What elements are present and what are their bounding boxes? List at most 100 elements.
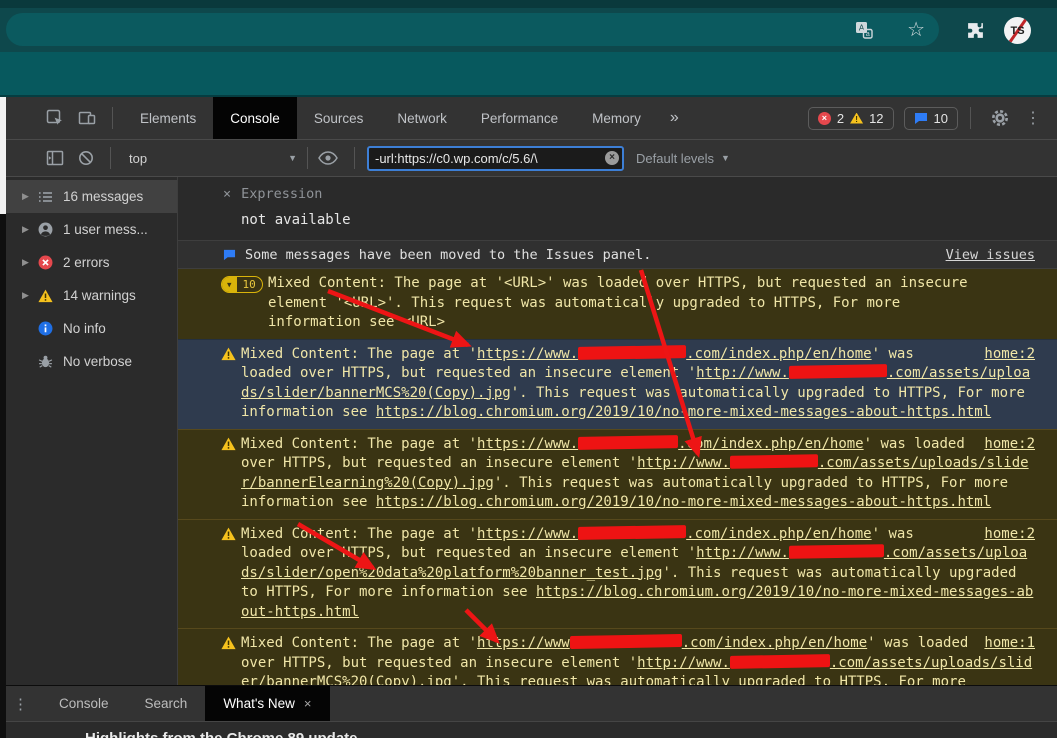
redaction-box bbox=[570, 634, 682, 649]
inspect-element-icon[interactable] bbox=[46, 109, 64, 127]
javascript-context-dropdown[interactable]: top ▼ bbox=[121, 148, 305, 169]
sidebar-item-info[interactable]: ▶No info bbox=[6, 312, 177, 345]
verbose-icon bbox=[38, 354, 54, 369]
address-bar[interactable]: Aa ☆ bbox=[6, 13, 939, 46]
message-text: Mixed Content: The page at 'https://www.… bbox=[241, 436, 1029, 511]
profile-avatar[interactable]: TS bbox=[1004, 17, 1031, 44]
sidebar-item-label: 16 messages bbox=[63, 189, 143, 204]
live-expression-widget[interactable]: × Expression not available bbox=[178, 177, 1057, 241]
translate-icon[interactable]: Aa bbox=[855, 21, 873, 39]
console-group-warning[interactable]: ▼10Mixed Content: The page at '<URL>' wa… bbox=[178, 269, 1057, 339]
svg-text:a: a bbox=[866, 31, 870, 38]
divider bbox=[970, 107, 971, 129]
extensions-puzzle-icon[interactable] bbox=[966, 21, 985, 40]
console-url-link[interactable]: .com/index.php/en/home bbox=[678, 436, 863, 452]
device-toolbar-icon[interactable] bbox=[78, 109, 96, 127]
disclosure-triangle-icon[interactable]: ▶ bbox=[22, 191, 38, 202]
warning-icon bbox=[221, 347, 236, 368]
log-levels-dropdown[interactable]: Default levels ▼ bbox=[636, 151, 730, 166]
sidebar-item-warnings[interactable]: ▶14 warnings bbox=[6, 279, 177, 312]
devtools-panel: ElementsConsoleSourcesNetworkPerformance… bbox=[0, 97, 1057, 738]
sidebar-item-errors[interactable]: ▶2 errors bbox=[6, 246, 177, 279]
source-location-link[interactable]: home:2 bbox=[984, 435, 1035, 455]
tab-sources[interactable]: Sources bbox=[297, 97, 381, 139]
tab-network[interactable]: Network bbox=[380, 97, 464, 139]
console-url-link[interactable]: .com/assets/uploads/slider/open%20data%2… bbox=[241, 545, 1027, 581]
sidebar-item-user-messages[interactable]: ▶1 user mess... bbox=[6, 213, 177, 246]
console-url-link[interactable]: .com/index.php/en/home bbox=[682, 635, 867, 651]
error-badge-icon: × bbox=[818, 112, 831, 125]
settings-gear-icon[interactable] bbox=[991, 109, 1009, 127]
drawer-tab-search[interactable]: Search bbox=[127, 686, 206, 721]
console-url-link[interactable]: https://blog.chromium.org/2019/10/no-mor… bbox=[376, 494, 991, 510]
whats-new-heading: Highlights from the Chrome 89 update bbox=[85, 730, 1057, 738]
list-icon bbox=[38, 190, 54, 204]
disclosure-triangle-icon[interactable]: ▶ bbox=[22, 290, 38, 301]
issues-bubble-icon bbox=[914, 112, 928, 125]
bookmark-star-icon[interactable]: ☆ bbox=[907, 20, 925, 40]
drawer-tab-what-s-new[interactable]: What's New× bbox=[205, 686, 329, 721]
disclosure-triangle-icon[interactable]: ▶ bbox=[22, 257, 38, 268]
issues-bubble-icon bbox=[223, 249, 236, 261]
view-issues-link[interactable]: View issues bbox=[946, 247, 1035, 263]
close-whats-new-icon[interactable]: × bbox=[304, 696, 312, 711]
console-url-link[interactable]: https://blog.chromium.org/2019/10/no-mor… bbox=[241, 584, 1033, 620]
devtools-menu-icon[interactable]: ⋮ bbox=[1021, 108, 1045, 128]
issue-count: 10 bbox=[934, 111, 948, 126]
close-expression-icon[interactable]: × bbox=[223, 186, 231, 202]
console-url-link[interactable]: https://blog.chromium.org/2019/10/no-mor… bbox=[376, 404, 991, 420]
clear-console-icon[interactable] bbox=[78, 150, 94, 166]
error-count: 2 bbox=[837, 111, 844, 126]
avatar-initials: TS bbox=[1010, 25, 1024, 37]
disclosure-triangle-icon[interactable]: ▶ bbox=[22, 224, 38, 235]
webpage-header-band bbox=[0, 52, 1057, 97]
error-icon bbox=[38, 255, 54, 270]
console-warning-message[interactable]: home:2Mixed Content: The page at 'https:… bbox=[178, 339, 1057, 429]
drawer-content: Highlights from the Chrome 89 update bbox=[0, 721, 1057, 738]
live-expression-eye-icon[interactable] bbox=[318, 151, 338, 165]
source-location-link[interactable]: home:1 bbox=[984, 634, 1035, 654]
drawer-menu-icon[interactable]: ⋮ bbox=[0, 695, 41, 713]
console-url-link[interactable]: .com/index.php/en/home bbox=[686, 526, 871, 542]
console-url-link[interactable]: https://www. bbox=[477, 526, 578, 542]
group-toggle-badge[interactable]: ▼10 bbox=[221, 276, 263, 293]
console-url-link[interactable]: .com/assets/uploads/slider/bannerMCS%20(… bbox=[241, 365, 1030, 401]
sidebar-item-label: No info bbox=[63, 321, 106, 336]
console-status-badge[interactable]: × 2 ! 12 bbox=[808, 107, 894, 130]
tab-memory[interactable]: Memory bbox=[575, 97, 658, 139]
console-url-link[interactable]: http://www. bbox=[637, 655, 730, 671]
expression-value: not available bbox=[241, 212, 1045, 228]
console-warning-message[interactable]: home:1Mixed Content: The page at 'https:… bbox=[178, 628, 1057, 685]
sidebar-item-messages[interactable]: ▶ 16 messages bbox=[6, 180, 177, 213]
console-url-link[interactable]: .com/index.php/en/home bbox=[686, 346, 871, 362]
sidebar-toggle-icon[interactable] bbox=[46, 149, 64, 167]
issues-badge[interactable]: 10 bbox=[904, 107, 958, 130]
source-location-link[interactable]: home:2 bbox=[984, 345, 1035, 365]
more-tabs-icon[interactable]: » bbox=[670, 109, 679, 127]
warning-icon bbox=[221, 437, 236, 458]
tab-performance[interactable]: Performance bbox=[464, 97, 575, 139]
tab-console[interactable]: Console bbox=[213, 97, 297, 139]
console-url-link[interactable]: http://www. bbox=[637, 455, 730, 471]
console-sidebar: ▶ 16 messages ▶1 user mess...▶2 errors▶14 … bbox=[6, 177, 178, 685]
message-text: Mixed Content: The page at 'https://www.… bbox=[241, 526, 1033, 620]
clear-filter-icon[interactable]: × bbox=[605, 151, 619, 165]
console-url-link[interactable]: https://www. bbox=[477, 436, 578, 452]
sidebar-item-verbose[interactable]: ▶No verbose bbox=[6, 345, 177, 378]
expression-label: Expression bbox=[241, 186, 322, 202]
console-warning-message[interactable]: home:2Mixed Content: The page at 'https:… bbox=[178, 519, 1057, 629]
tab-elements[interactable]: Elements bbox=[123, 97, 213, 139]
drawer-tab-console[interactable]: Console bbox=[41, 686, 127, 721]
console-url-link[interactable]: http://www. bbox=[696, 545, 789, 561]
console-url-link[interactable]: https://www bbox=[477, 635, 570, 651]
group-repeat-count: 10 bbox=[237, 277, 262, 292]
console-url-link[interactable]: https://www. bbox=[477, 346, 578, 362]
info-icon bbox=[38, 321, 54, 336]
issues-banner-text: Some messages have been moved to the Iss… bbox=[245, 247, 651, 263]
console-url-link[interactable]: http://www. bbox=[696, 365, 789, 381]
redaction-box bbox=[730, 454, 818, 469]
console-warning-message[interactable]: home:2Mixed Content: The page at 'https:… bbox=[178, 429, 1057, 519]
console-filter-input[interactable] bbox=[367, 146, 624, 171]
console-url-link[interactable]: .com/assets/uploads/slider/bannerElearni… bbox=[241, 455, 1029, 491]
source-location-link[interactable]: home:2 bbox=[984, 525, 1035, 545]
